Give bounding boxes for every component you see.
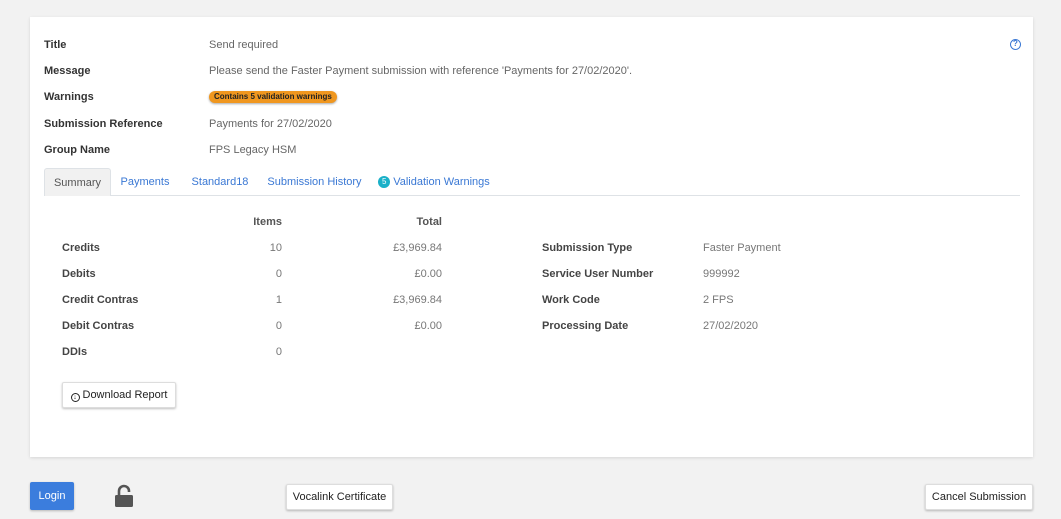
tab-payments-label: Payments xyxy=(120,176,170,188)
cancel-submission-button[interactable]: Cancel Submission xyxy=(925,484,1033,510)
login-button[interactable]: Login xyxy=(30,482,74,510)
warnings-value: Contains 5 validation warnings xyxy=(209,89,337,105)
tab-payments[interactable]: Payments xyxy=(114,168,176,196)
tab-submission-history[interactable]: Submission History xyxy=(264,168,365,196)
detail-value: 999992 xyxy=(703,268,740,280)
message-value: Please send the Faster Payment submissio… xyxy=(209,65,633,77)
summary-row-label: Credit Contras xyxy=(62,294,139,306)
submission-reference-value: Payments for 27/02/2020 xyxy=(209,118,332,130)
detail-label: Processing Date xyxy=(542,320,629,332)
detail-value: Faster Payment xyxy=(703,242,781,254)
submission-card: Title Send required Message Please send … xyxy=(30,17,1033,457)
detail-value: 2 FPS xyxy=(703,294,734,306)
tab-submission-history-label: Submission History xyxy=(267,176,362,188)
unlocked-padlock-icon xyxy=(115,484,133,507)
message-label: Message xyxy=(44,65,91,77)
group-name-value: FPS Legacy HSM xyxy=(209,144,297,156)
detail-value: 27/02/2020 xyxy=(703,320,759,332)
warnings-label: Warnings xyxy=(44,91,94,103)
tab-bar: Summary Payments Standard18 Submission H… xyxy=(44,168,1020,196)
detail-label: Submission Type xyxy=(542,242,633,254)
items-column-header: Items xyxy=(253,216,282,228)
submission-reference-label: Submission Reference xyxy=(44,118,163,130)
tab-validation-warnings[interactable]: 5 Validation Warnings xyxy=(372,168,496,196)
total-column-header: Total xyxy=(416,216,442,228)
warnings-badge: Contains 5 validation warnings xyxy=(209,91,337,104)
summary-row-label: Credits xyxy=(62,242,100,254)
tab-validation-warnings-label: Validation Warnings xyxy=(393,176,490,188)
detail-label: Work Code xyxy=(542,294,600,306)
summary-row-label: Debit Contras xyxy=(62,320,135,332)
detail-label: Service User Number xyxy=(542,268,654,280)
summary-row-total: £3,969.84 xyxy=(393,242,442,254)
summary-row-items: 10 xyxy=(269,242,282,254)
summary-row-label: DDIs xyxy=(62,346,88,358)
summary-row-items: 1 xyxy=(275,294,282,306)
download-report-label: Download Report xyxy=(82,389,168,401)
vocalink-certificate-button[interactable]: Vocalink Certificate xyxy=(286,484,393,510)
title-value: Send required xyxy=(209,39,279,51)
summary-row-label: Debits xyxy=(62,268,96,280)
download-report-button[interactable]: ↓ Download Report xyxy=(62,382,176,408)
tab-standard18-label: Standard18 xyxy=(191,176,249,188)
group-name-label: Group Name xyxy=(44,144,111,156)
validation-warnings-count-badge: 5 xyxy=(378,176,391,189)
tab-summary[interactable]: Summary xyxy=(44,168,111,196)
help-icon[interactable]: ? xyxy=(1010,39,1021,50)
tab-standard18[interactable]: Standard18 xyxy=(180,168,260,196)
download-circle-icon: ↓ xyxy=(70,393,80,402)
summary-row-items: 0 xyxy=(275,320,282,332)
summary-row-total: £0.00 xyxy=(414,320,442,332)
summary-row-items: 0 xyxy=(275,268,282,280)
tab-summary-label: Summary xyxy=(53,177,102,189)
summary-row-total: £0.00 xyxy=(414,268,442,280)
summary-row-total: £3,969.84 xyxy=(393,294,442,306)
title-label: Title xyxy=(44,39,67,51)
summary-row-items: 0 xyxy=(275,346,282,358)
